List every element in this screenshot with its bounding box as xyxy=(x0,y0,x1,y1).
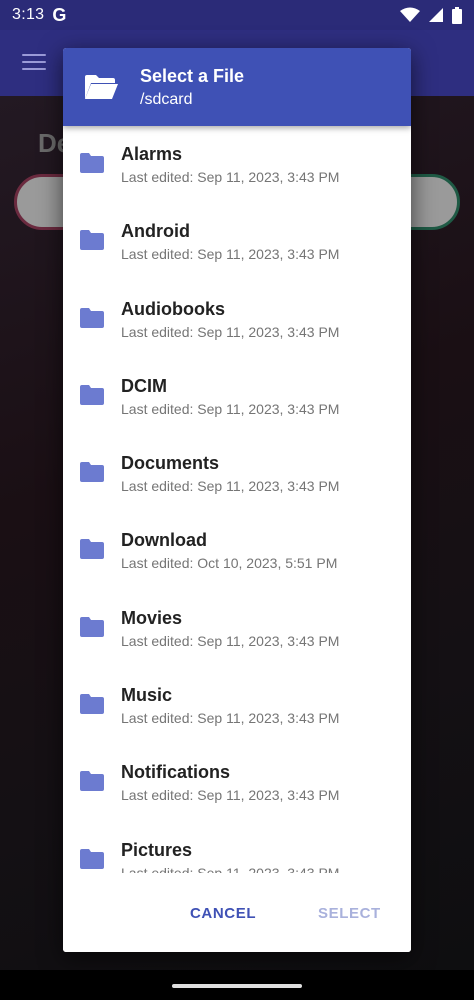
list-item[interactable]: DCIM Last edited: Sep 11, 2023, 3:43 PM xyxy=(63,358,411,435)
list-item[interactable]: Pictures Last edited: Sep 11, 2023, 3:43… xyxy=(63,822,411,873)
file-last-edited: Last edited: Sep 11, 2023, 3:43 PM xyxy=(121,169,340,185)
file-name: Documents xyxy=(121,453,220,474)
folder-icon xyxy=(80,616,104,637)
list-item[interactable]: Alarms Last edited: Sep 11, 2023, 3:43 P… xyxy=(63,126,411,203)
list-item[interactable]: Android Last edited: Sep 11, 2023, 3:43 … xyxy=(63,203,411,280)
status-icons xyxy=(400,6,462,24)
hamburger-menu-icon[interactable] xyxy=(22,54,46,72)
file-last-edited: Last edited: Sep 11, 2023, 3:43 PM xyxy=(121,787,340,804)
dialog-current-path: /sdcard xyxy=(140,91,193,108)
status-bar: 3:13 G xyxy=(0,0,474,30)
cancel-button[interactable]: CANCEL xyxy=(190,905,256,922)
file-last-edited: Last edited: Sep 11, 2023, 3:43 PM xyxy=(121,478,340,495)
file-last-edited: Last edited: Oct 10, 2023, 5:51 PM xyxy=(121,555,338,572)
dialog-header-text: Select a File /sdcard xyxy=(140,65,244,111)
file-name: DCIM xyxy=(121,375,167,396)
select-button[interactable]: SELECT xyxy=(318,905,381,922)
file-last-edited: Last edited: Sep 11, 2023, 3:43 PM xyxy=(121,323,340,340)
file-name: Alarms xyxy=(121,144,183,164)
file-last-edited: Last edited: Sep 11, 2023, 3:43 PM xyxy=(121,710,340,727)
screen: 3:13 G De Select a File /sdcard Alarms L… xyxy=(0,0,474,1000)
list-item[interactable]: Download Last edited: Oct 10, 2023, 5:51… xyxy=(63,512,411,589)
file-list[interactable]: Alarms Last edited: Sep 11, 2023, 3:43 P… xyxy=(63,126,411,873)
file-picker-dialog: Select a File /sdcard Alarms Last edited… xyxy=(63,48,411,952)
file-last-edited: Last edited: Sep 11, 2023, 3:43 PM xyxy=(121,864,340,873)
list-item[interactable]: Audiobooks Last edited: Sep 11, 2023, 3:… xyxy=(63,281,411,358)
folder-icon xyxy=(80,771,104,792)
folder-icon xyxy=(80,848,104,869)
google-icon: G xyxy=(52,4,67,25)
battery-icon xyxy=(452,6,462,24)
status-time: 3:13 xyxy=(12,6,45,23)
list-item[interactable]: Documents Last edited: Sep 11, 2023, 3:4… xyxy=(63,435,411,512)
file-name: Pictures xyxy=(121,839,193,860)
folder-icon xyxy=(80,694,104,715)
signal-icon xyxy=(429,8,443,22)
file-name: Music xyxy=(121,685,173,706)
list-item[interactable]: Movies Last edited: Sep 11, 2023, 3:43 P… xyxy=(63,590,411,667)
file-last-edited: Last edited: Sep 11, 2023, 3:43 PM xyxy=(121,632,340,649)
file-name: Audiobooks xyxy=(121,298,225,319)
folder-icon xyxy=(80,153,104,173)
file-last-edited: Last edited: Sep 11, 2023, 3:43 PM xyxy=(121,246,340,263)
folder-icon xyxy=(80,539,104,560)
list-item[interactable]: Notifications Last edited: Sep 11, 2023,… xyxy=(63,744,411,821)
folder-icon xyxy=(80,230,104,251)
dialog-title: Select a File xyxy=(140,66,245,86)
wifi-icon xyxy=(400,7,420,22)
dialog-actions: CANCEL SELECT xyxy=(63,873,411,952)
open-folder-icon xyxy=(85,75,118,99)
file-last-edited: Last edited: Sep 11, 2023, 3:43 PM xyxy=(121,400,340,417)
file-name: Android xyxy=(121,221,190,242)
file-name: Notifications xyxy=(121,762,231,783)
folder-icon xyxy=(80,307,104,328)
home-gesture-handle[interactable] xyxy=(172,984,302,988)
file-name: Movies xyxy=(121,607,183,628)
folder-icon xyxy=(80,384,104,405)
folder-icon xyxy=(80,462,104,483)
list-item[interactable]: Music Last edited: Sep 11, 2023, 3:43 PM xyxy=(63,667,411,744)
navigation-bar xyxy=(0,970,474,1000)
dialog-header: Select a File /sdcard xyxy=(63,48,411,126)
file-name: Download xyxy=(121,530,207,551)
